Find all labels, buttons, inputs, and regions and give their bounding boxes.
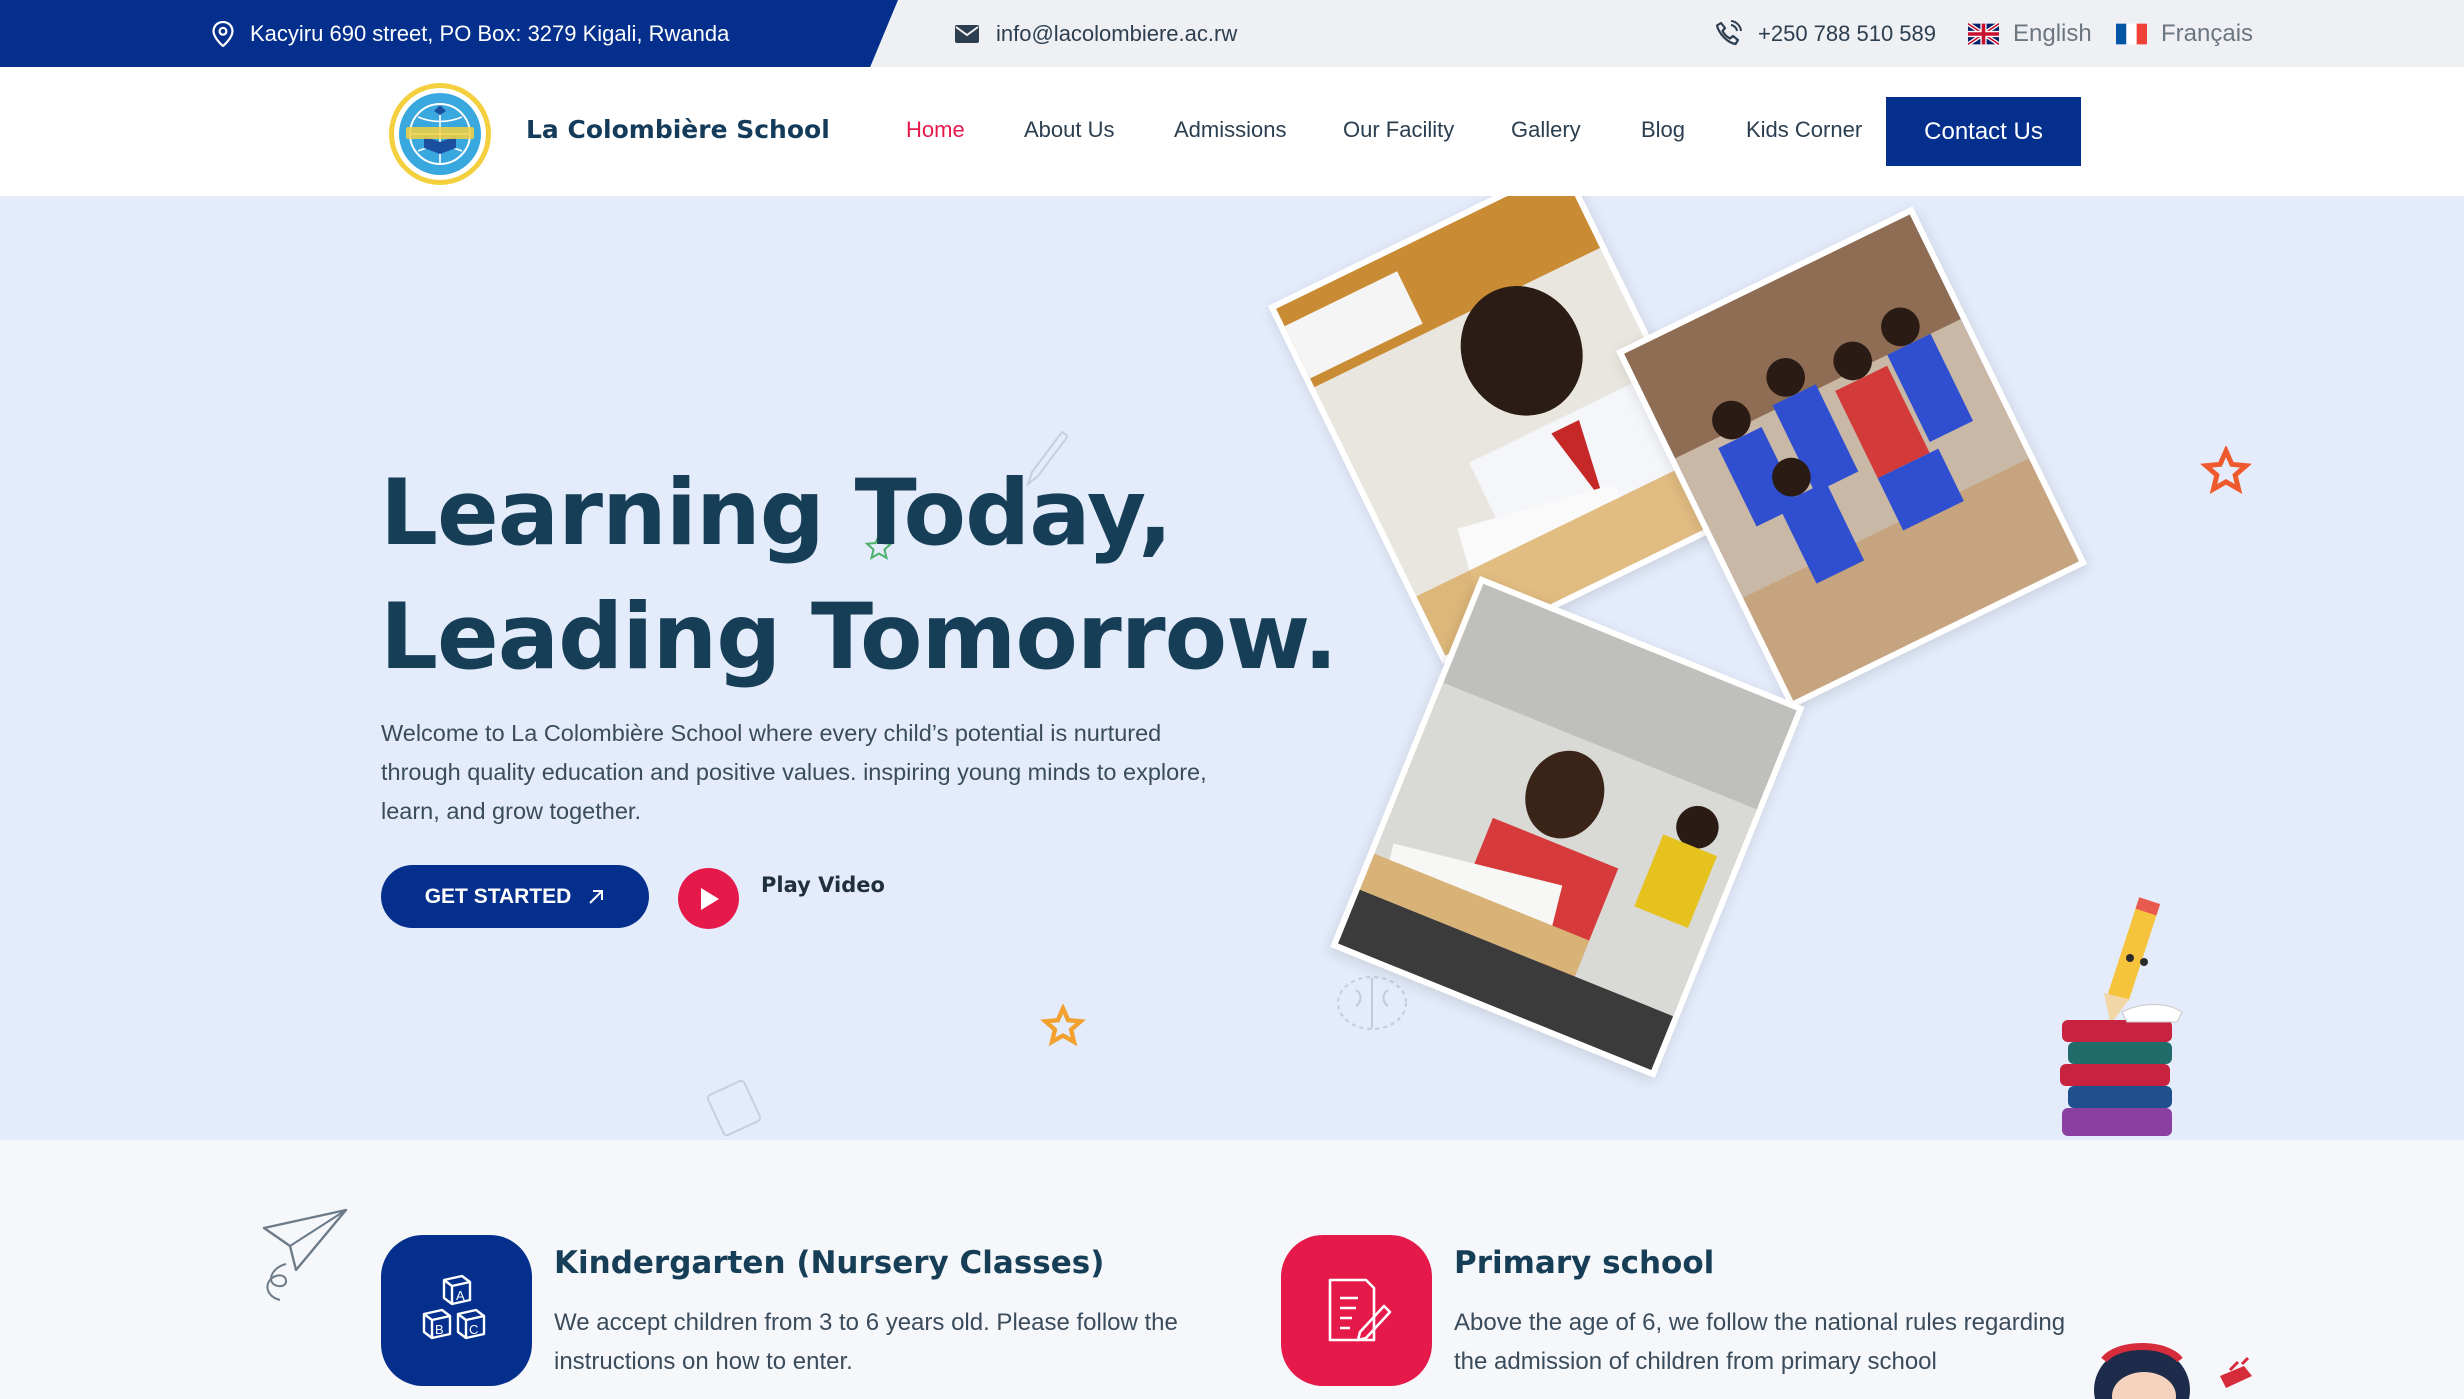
hero-description: Welcome to La Colombière School where ev… [381,720,1207,824]
notebook-doodle-icon [706,1079,762,1137]
get-started-label: GET STARTED [424,884,572,908]
girl-character-icon [2094,1343,2252,1399]
envelope-icon [955,24,979,43]
document-pencil-icon-graphic [1328,1278,1391,1341]
svg-text:C: C [469,1322,478,1337]
program-title[interactable]: Primary school [1454,1245,1714,1281]
france-flag-icon [2116,23,2147,44]
phone-icon [1715,19,1742,45]
address-text: Kacyiru 690 street, PO Box: 3279 Kigali,… [250,20,730,46]
nav-about-us[interactable]: About Us [1024,117,1115,143]
language-french[interactable]: Français [2116,0,2253,67]
nav-blog[interactable]: Blog [1641,117,1685,143]
uk-flag-icon [1968,22,1999,45]
top-info-bar: Kacyiru 690 street, PO Box: 3279 Kigali,… [0,0,2464,67]
photo-placeholder-icon [1624,214,2080,701]
abc-blocks-icon: A B C [381,1235,532,1386]
language-label[interactable]: English [2013,20,2092,48]
phone-text[interactable]: +250 788 510 589 [1758,21,1936,47]
language-english[interactable]: English [1968,0,2092,67]
address-info: Kacyiru 690 street, PO Box: 3279 Kigali,… [212,0,729,67]
email-info[interactable]: info@lacolombiere.ac.rw [954,0,1237,67]
svg-text:B: B [435,1322,444,1337]
nav-our-facility[interactable]: Our Facility [1343,117,1454,143]
hero-title-line-1: Learning Today, [380,461,1173,566]
phone-info[interactable]: +250 788 510 589 [1714,0,1936,67]
contact-us-button[interactable]: Contact Us [1886,97,2081,166]
nav-gallery[interactable]: Gallery [1511,117,1581,143]
school-logo-icon[interactable] [384,81,496,187]
books-pencil-character-icon [2060,897,2183,1136]
play-button[interactable] [678,868,739,929]
hero-section: Learning Today, Leading Tomorrow. Welcom… [0,196,2464,1140]
hero-photo-children-playing [1616,206,2088,709]
hero-title-line-2: Leading Tomorrow. [380,585,1338,690]
document-pencil-icon [1281,1235,1432,1386]
svg-text:A: A [456,1288,465,1303]
program-description: We accept children from 3 to 6 years old… [554,1309,1178,1375]
language-label[interactable]: Français [2161,20,2253,48]
nav-kids-corner[interactable]: Kids Corner [1746,117,1862,143]
red-star-icon [2200,446,2252,495]
play-icon [700,887,719,910]
orange-star-icon [1040,1004,1086,1047]
nav-admissions[interactable]: Admissions [1174,117,1286,143]
main-navbar: La Colombière School Home About Us Admis… [0,67,2464,196]
programs-section: A B C Kindergarten (Nursery Classes) We … [0,1140,2464,1399]
email-text[interactable]: info@lacolombiere.ac.rw [996,21,1237,47]
get-started-button[interactable]: GET STARTED [381,865,649,928]
play-video-control[interactable]: Play Video [678,868,885,929]
program-description: Above the age of 6, we follow the nation… [1454,1309,2066,1375]
school-name[interactable]: La Colombière School [526,115,830,144]
nav-home[interactable]: Home [906,117,965,143]
abc-blocks-icon-graphic: A B C [422,1274,485,1339]
program-title[interactable]: Kindergarten (Nursery Classes) [554,1245,1104,1281]
location-pin-icon [212,20,234,47]
hero-title: Learning Today, Leading Tomorrow. [380,452,1338,700]
paper-plane-icon [262,1208,348,1301]
arrow-up-right-icon [589,889,604,904]
play-video-label[interactable]: Play Video [761,873,885,897]
